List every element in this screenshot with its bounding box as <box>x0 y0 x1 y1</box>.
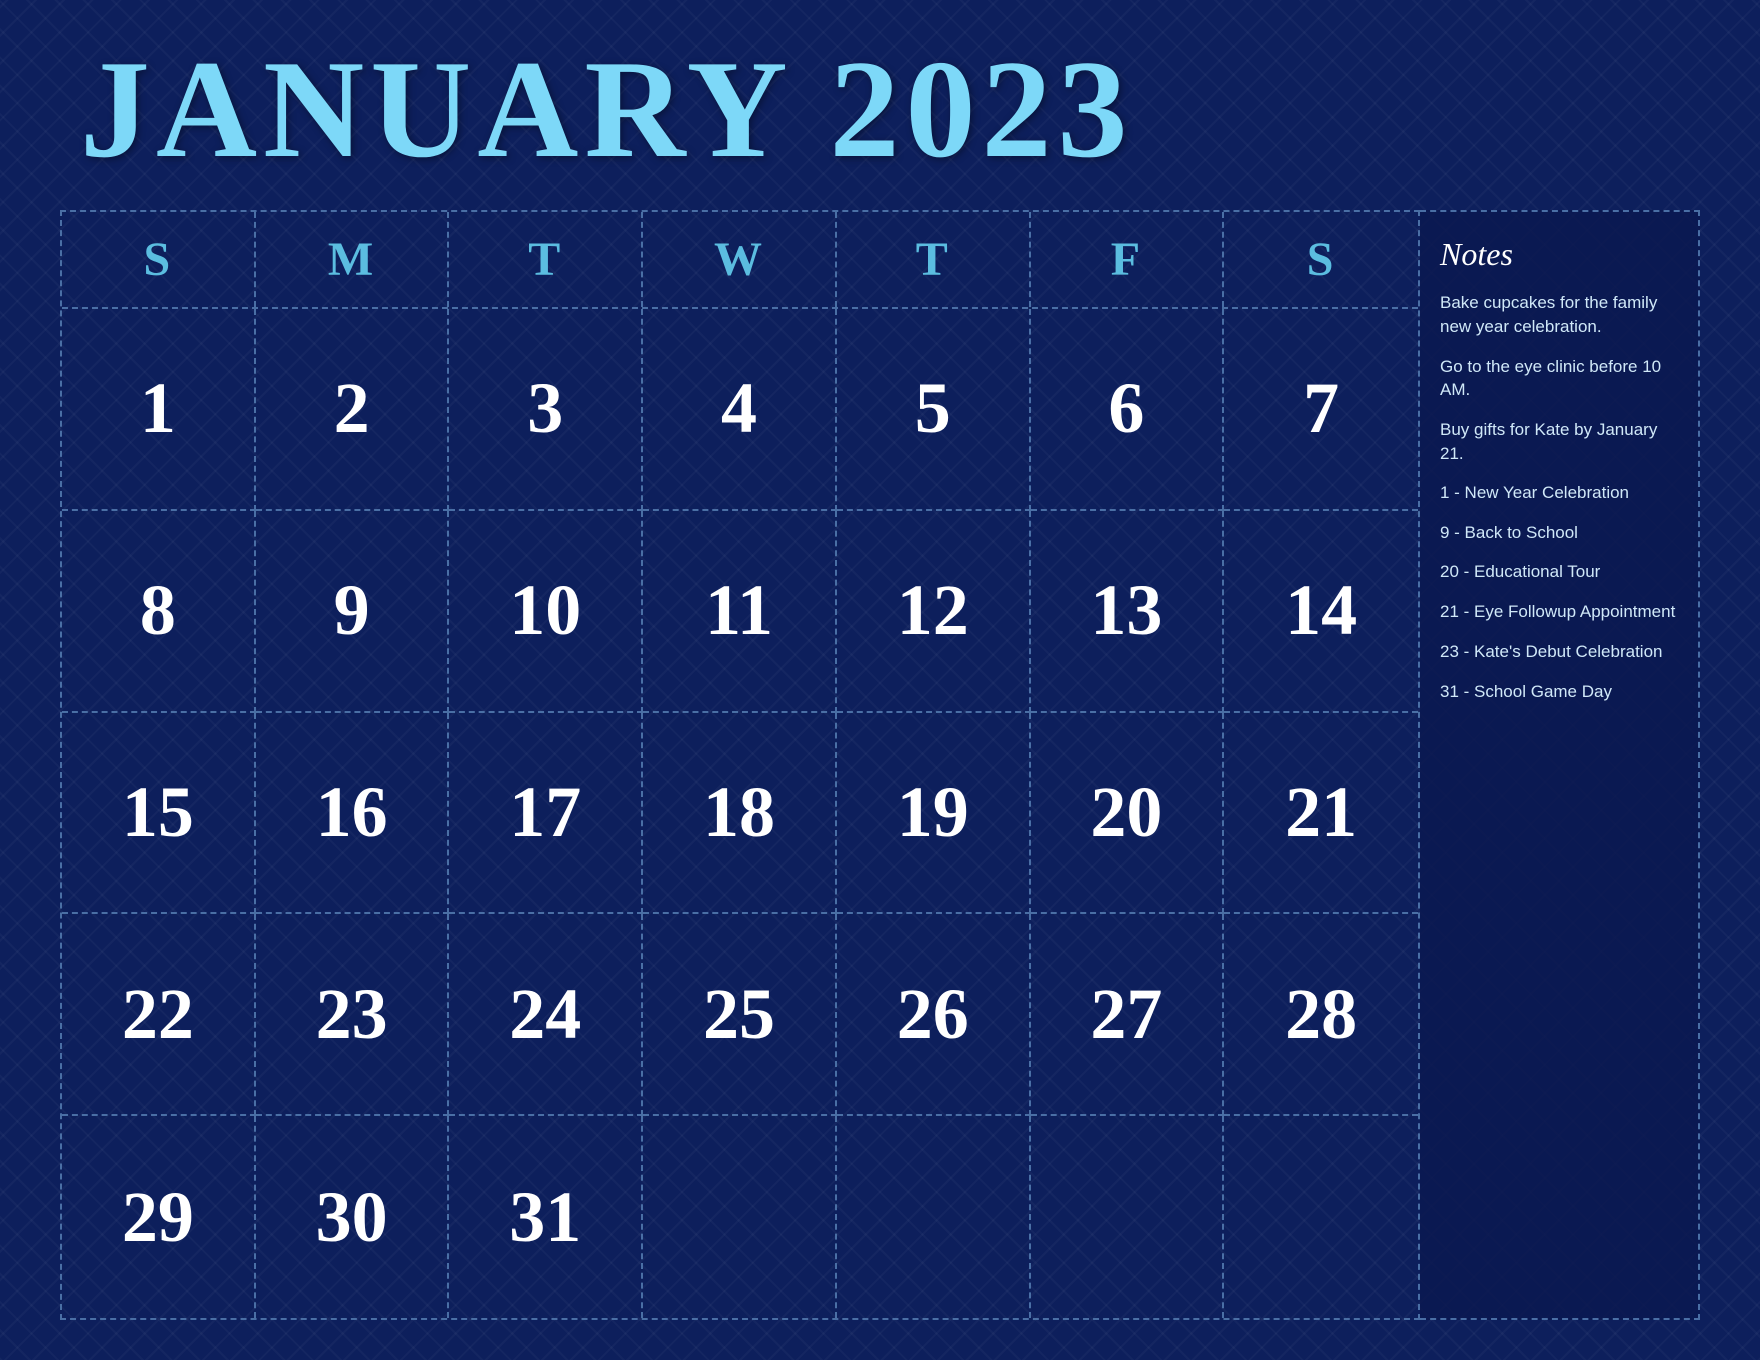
calendar-cell-13: 13 <box>1031 511 1225 713</box>
calendar-cell-23: 23 <box>256 914 450 1116</box>
calendar-cell-7: 7 <box>1224 309 1418 511</box>
calendar-cell-2: 2 <box>256 309 450 511</box>
calendar-cell-21: 21 <box>1224 713 1418 915</box>
note-event-2: 9 - Back to School <box>1440 521 1678 545</box>
calendar-cell-25: 25 <box>643 914 837 1116</box>
calendar-cell-empty-4 <box>1224 1116 1418 1318</box>
note-item-3: Buy gifts for Kate by January 21. <box>1440 418 1678 466</box>
calendar-cell-3: 3 <box>449 309 643 511</box>
calendar-cell-24: 24 <box>449 914 643 1116</box>
calendar-cell-27: 27 <box>1031 914 1225 1116</box>
calendar-cell-28: 28 <box>1224 914 1418 1116</box>
calendar-cell-20: 20 <box>1031 713 1225 915</box>
calendar-cell-15: 15 <box>62 713 256 915</box>
note-item-2: Go to the eye clinic before 10 AM. <box>1440 355 1678 403</box>
calendar-cell-10: 10 <box>449 511 643 713</box>
calendar-cell-29: 29 <box>62 1116 256 1318</box>
calendar-cell-9: 9 <box>256 511 450 713</box>
note-item-1: Bake cupcakes for the family new year ce… <box>1440 291 1678 339</box>
calendar-cell-1: 1 <box>62 309 256 511</box>
note-event-5: 23 - Kate's Debut Celebration <box>1440 640 1678 664</box>
page-title: JANUARY 2023 <box>80 40 1134 180</box>
calendar-area: S M T W T F S 1 2 3 4 5 6 7 8 9 10 11 12… <box>60 210 1420 1320</box>
notes-title: Notes <box>1440 236 1678 273</box>
header-wednesday: W <box>643 212 837 307</box>
calendar-cell-17: 17 <box>449 713 643 915</box>
header-tuesday: T <box>449 212 643 307</box>
note-event-3: 20 - Educational Tour <box>1440 560 1678 584</box>
calendar-cell-22: 22 <box>62 914 256 1116</box>
header-friday: F <box>1031 212 1225 307</box>
calendar-cell-11: 11 <box>643 511 837 713</box>
calendar-cell-12: 12 <box>837 511 1031 713</box>
calendar-cell-18: 18 <box>643 713 837 915</box>
header-saturday: S <box>1224 212 1418 307</box>
calendar-cell-8: 8 <box>62 511 256 713</box>
header-sunday: S <box>62 212 256 307</box>
calendar-cell-6: 6 <box>1031 309 1225 511</box>
calendar-cell-14: 14 <box>1224 511 1418 713</box>
calendar-cell-empty-2 <box>837 1116 1031 1318</box>
note-event-4: 21 - Eye Followup Appointment <box>1440 600 1678 624</box>
header-monday: M <box>256 212 450 307</box>
calendar-cell-4: 4 <box>643 309 837 511</box>
notes-area: Notes Bake cupcakes for the family new y… <box>1420 210 1700 1320</box>
calendar-grid: 1 2 3 4 5 6 7 8 9 10 11 12 13 14 15 16 1… <box>62 309 1418 1318</box>
main-content: S M T W T F S 1 2 3 4 5 6 7 8 9 10 11 12… <box>60 210 1700 1320</box>
header-thursday: T <box>837 212 1031 307</box>
day-headers: S M T W T F S <box>62 212 1418 309</box>
calendar-cell-empty-1 <box>643 1116 837 1318</box>
notes-divider <box>1440 474 1678 475</box>
calendar-cell-5: 5 <box>837 309 1031 511</box>
calendar-cell-26: 26 <box>837 914 1031 1116</box>
calendar-cell-19: 19 <box>837 713 1031 915</box>
calendar-cell-31: 31 <box>449 1116 643 1318</box>
note-event-6: 31 - School Game Day <box>1440 680 1678 704</box>
calendar-cell-16: 16 <box>256 713 450 915</box>
calendar-cell-empty-3 <box>1031 1116 1225 1318</box>
note-event-1: 1 - New Year Celebration <box>1440 481 1678 505</box>
calendar-cell-30: 30 <box>256 1116 450 1318</box>
